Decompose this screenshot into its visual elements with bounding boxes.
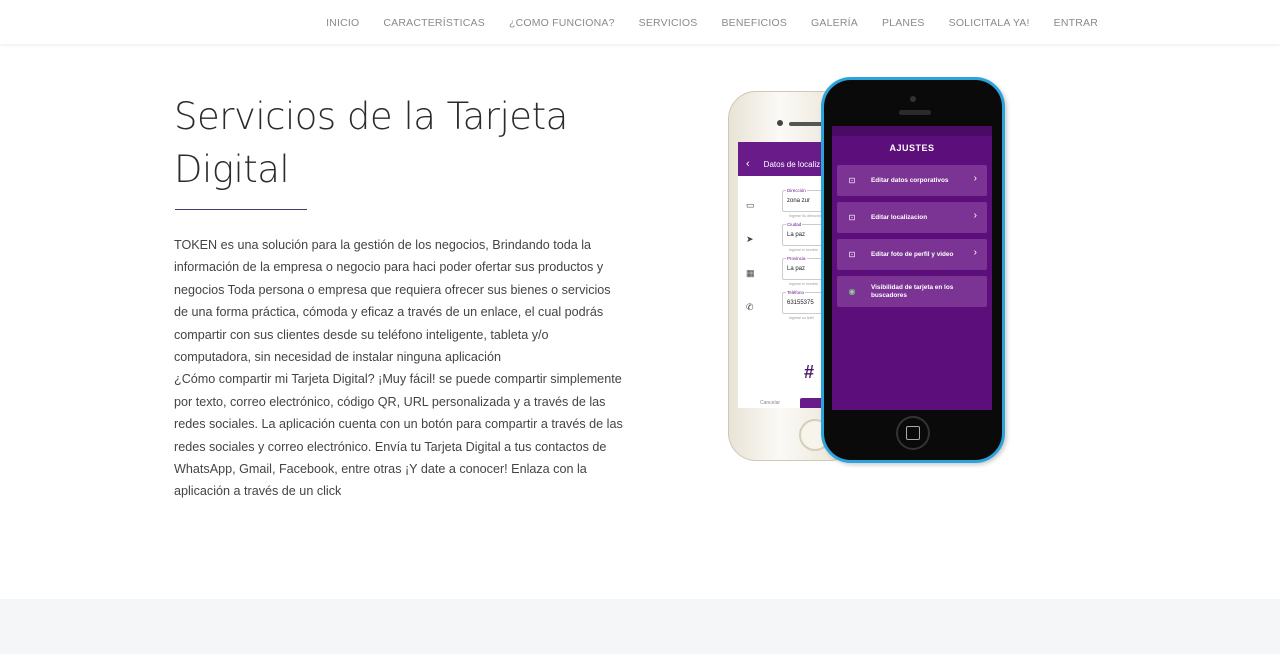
field-value: La paz	[787, 266, 806, 272]
field-label: Dirección	[786, 188, 807, 193]
settings-square-icon: ⊡	[848, 213, 856, 222]
settings-square-icon: ⊡	[848, 250, 856, 259]
nav-link-solicitala[interactable]: SOLICITALA YA!	[949, 17, 1030, 29]
settings-square-icon: ⊡	[848, 176, 856, 185]
chevron-right-icon: ›	[973, 173, 977, 184]
eye-icon: ◉	[848, 287, 856, 296]
settings-item: ⊡ Editar datos corporativos ›	[837, 165, 987, 196]
field-hint: Ingrese su teléf	[789, 316, 814, 320]
nav-item: PLANES	[882, 13, 925, 31]
hashtag-icon: #	[804, 362, 815, 382]
nav-item: INICIO	[326, 13, 359, 31]
status-bar	[832, 126, 992, 136]
settings-item: ⊡ Editar foto de perfil y video ›	[837, 239, 987, 270]
nav-item: SOLICITALA YA!	[949, 13, 1030, 31]
nav-menu: INICIO CARACTERÍSTICAS ¿COMO FUNCIONA? S…	[326, 0, 1098, 44]
id-card-icon: ▭	[746, 200, 755, 210]
field-value: zona zur	[787, 198, 811, 204]
settings-item: ◉ Visibilidad de tarjeta en los buscador…	[837, 276, 987, 307]
field-value: La paz	[787, 232, 806, 238]
speaker-grille	[789, 122, 823, 126]
settings-title: AJUSTES	[889, 143, 935, 153]
navbar: INICIO CARACTERÍSTICAS ¿COMO FUNCIONA? S…	[0, 0, 1280, 44]
settings-item-label: Editar localizacion	[871, 213, 928, 221]
nav-item: GALERÍA	[811, 13, 858, 31]
settings-item-label: Editar foto de perfil y video	[871, 250, 954, 258]
field-hint: Ingrese el nombre	[789, 248, 818, 252]
speaker-grille	[899, 110, 931, 115]
nav-link-servicios[interactable]: SERVICIOS	[639, 17, 698, 29]
screen-header-title: Datos de localiz	[763, 159, 821, 169]
paragraph-sharing: ¿Cómo compartir mi Tarjeta Digital? ¡Muy…	[174, 372, 623, 499]
cancel-label: Cancelar	[760, 400, 781, 406]
settings-item-label: Visibilidad de tarjeta en los buscadores	[871, 283, 954, 299]
nav-link-caracteristicas[interactable]: CARACTERÍSTICAS	[383, 17, 485, 29]
next-section-strip	[0, 599, 1280, 654]
phones-illustration: ‹ Datos de localiz ▭ Dirección zona zur …	[724, 75, 1014, 475]
camera-icon	[777, 120, 783, 126]
back-arrow-icon: ‹	[746, 158, 750, 170]
nav-link-como-funciona[interactable]: ¿COMO FUNCIONA?	[509, 17, 615, 29]
camera-icon	[910, 96, 916, 102]
settings-item-label: Editar datos corporativos	[871, 176, 949, 184]
title-line-1: Servicios de la Tarjeta	[174, 95, 568, 138]
field-label: Teléfono	[786, 290, 806, 295]
nav-item: CARACTERÍSTICAS	[383, 13, 485, 31]
nav-link-entrar[interactable]: ENTRAR	[1054, 17, 1098, 29]
phone-icon: ✆	[746, 302, 754, 312]
nav-link-beneficios[interactable]: BENEFICIOS	[721, 17, 787, 29]
title-line-2: Digital	[174, 148, 290, 191]
nav-item: ¿COMO FUNCIONA?	[509, 13, 615, 31]
chevron-right-icon: ›	[973, 247, 977, 258]
field-label: Provincia	[786, 256, 807, 261]
field-hint: Ingrese el nombre	[789, 282, 818, 286]
services-section: Servicios de la Tarjeta Digital TOKEN es…	[0, 44, 1280, 599]
chevron-right-icon: ›	[973, 210, 977, 221]
nav-item: ENTRAR	[1054, 13, 1098, 31]
section-body: TOKEN es una solución para la gestión de…	[174, 234, 624, 503]
nav-link-inicio[interactable]: INICIO	[326, 17, 359, 29]
field-value: 63155375	[787, 300, 814, 306]
nav-link-planes[interactable]: PLANES	[882, 17, 925, 29]
nav-item: SERVICIOS	[639, 13, 698, 31]
home-square-icon	[906, 426, 920, 440]
paragraph-intro: TOKEN es una solución para la gestión de…	[174, 238, 611, 365]
title-divider	[175, 209, 307, 210]
phone-blue-screen: AJUSTES ⊡ Editar datos corporativos › ⊡ …	[832, 126, 992, 410]
navigation-icon: ➤	[746, 234, 754, 244]
nav-item: BENEFICIOS	[721, 13, 787, 31]
field-hint: Ingrese Su dirección	[789, 214, 822, 218]
nav-link-galeria[interactable]: GALERÍA	[811, 17, 858, 29]
settings-item: ⊡ Editar localizacion ›	[837, 202, 987, 233]
map-icon: ▦	[746, 268, 755, 278]
field-label: Ciudad	[786, 222, 803, 227]
section-title: Servicios de la Tarjeta Digital	[174, 90, 594, 196]
phone-blue: AJUSTES ⊡ Editar datos corporativos › ⊡ …	[821, 77, 1005, 463]
